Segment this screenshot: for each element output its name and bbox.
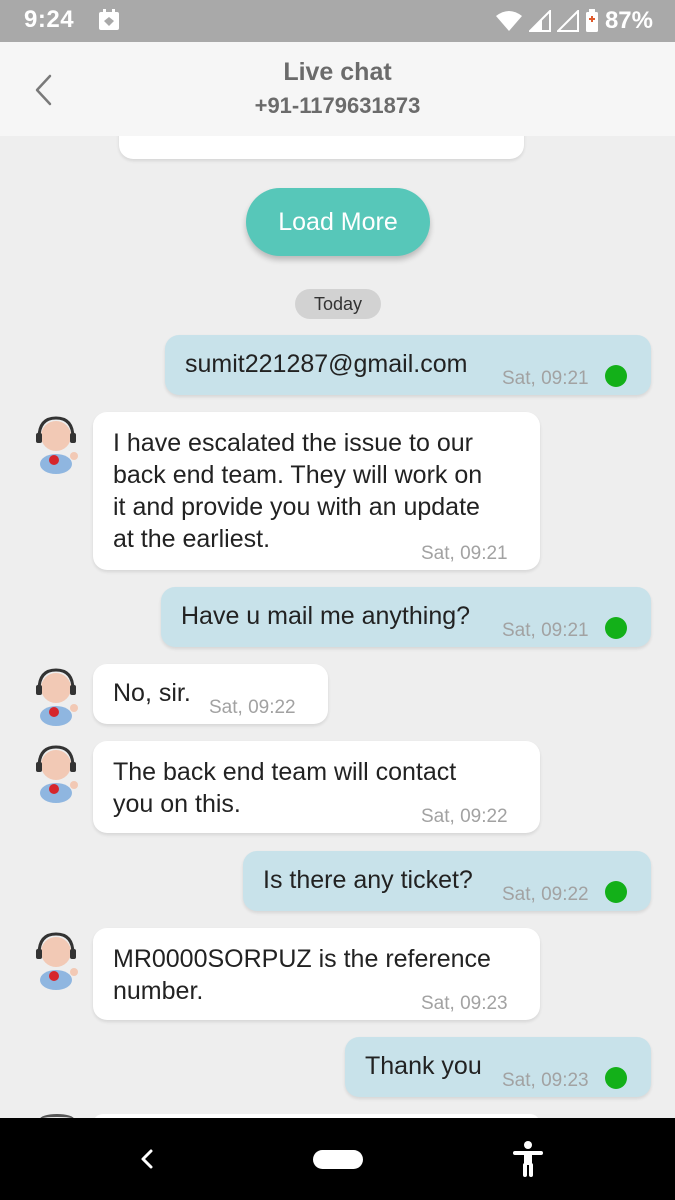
message-text-line: The back end team will contact bbox=[113, 758, 457, 786]
incoming-message[interactable]: No, sir. Sat, 09:22 bbox=[93, 664, 328, 724]
date-divider: Today bbox=[295, 289, 381, 319]
status-bar: 9:24 87% bbox=[0, 0, 675, 42]
delivered-icon bbox=[605, 365, 627, 387]
home-pill-button[interactable] bbox=[313, 1150, 363, 1169]
message-time: Sat, 09:21 bbox=[502, 620, 589, 641]
delivered-icon bbox=[605, 881, 627, 903]
message-time: Sat, 09:21 bbox=[502, 368, 589, 389]
message-text: sumit221287@gmail.com bbox=[185, 350, 468, 378]
outgoing-message[interactable]: Have u mail me anything? Sat, 09:21 bbox=[161, 587, 651, 647]
delivered-icon bbox=[605, 1067, 627, 1089]
message-time: Sat, 09:22 bbox=[502, 884, 589, 905]
agent-avatar-icon bbox=[36, 932, 78, 990]
agent-avatar-icon bbox=[36, 745, 78, 803]
outgoing-message[interactable]: Thank you Sat, 09:23 bbox=[345, 1037, 651, 1097]
status-time: 9:24 bbox=[24, 6, 75, 33]
agent-avatar-icon bbox=[36, 416, 78, 474]
delivered-icon bbox=[605, 617, 627, 639]
chat-title: Live chat bbox=[283, 58, 392, 86]
chat-header: Live chat +91-1179631873 bbox=[0, 42, 675, 136]
message-text-line: MR0000SORPUZ is the reference bbox=[113, 945, 491, 973]
wifi-icon bbox=[495, 11, 522, 31]
notification-icon bbox=[99, 9, 119, 30]
system-navigation-bar bbox=[0, 1118, 675, 1200]
battery-icon bbox=[585, 9, 598, 32]
nav-back-icon bbox=[141, 1149, 153, 1169]
chat-thread[interactable]: Load More Today sumit221287@gmail.com Sa… bbox=[0, 136, 675, 1118]
message-time: Sat, 09:22 bbox=[421, 806, 508, 827]
signal-empty-icon bbox=[556, 10, 579, 32]
message-time: Sat, 09:22 bbox=[209, 697, 296, 718]
incoming-message[interactable]: MR0000SORPUZ is the reference number. Sa… bbox=[93, 928, 540, 1020]
message-text-line: back end team. They will work on bbox=[113, 461, 483, 489]
incoming-message[interactable]: The back end team will contact you on th… bbox=[93, 741, 540, 833]
message-text-line: you on this. bbox=[113, 790, 241, 818]
agent-avatar-icon bbox=[36, 668, 78, 726]
outgoing-message[interactable]: Is there any ticket? Sat, 09:22 bbox=[243, 851, 651, 911]
incoming-message[interactable]: I have escalated the issue to our back e… bbox=[93, 412, 540, 570]
message-time: Sat, 09:23 bbox=[502, 1070, 589, 1091]
message-text: Have u mail me anything? bbox=[181, 602, 471, 630]
message-time: Sat, 09:21 bbox=[421, 543, 508, 564]
accessibility-icon[interactable] bbox=[510, 1140, 546, 1178]
battery-percent: 87% bbox=[604, 7, 653, 34]
outgoing-message[interactable]: sumit221287@gmail.com Sat, 09:21 bbox=[165, 335, 651, 395]
message-text: Thank you bbox=[365, 1052, 482, 1080]
nav-back-button[interactable] bbox=[132, 1142, 162, 1176]
message-text-line: it and provide you with an update bbox=[113, 493, 480, 521]
message-text: No, sir. bbox=[113, 679, 191, 707]
signal-icon bbox=[528, 10, 551, 32]
previous-message-bubble bbox=[119, 136, 524, 159]
chat-phone-number: +91-1179631873 bbox=[254, 93, 421, 118]
message-text-line: I have escalated the issue to our bbox=[113, 429, 473, 457]
load-more-button[interactable]: Load More bbox=[246, 188, 430, 256]
message-text: Is there any ticket? bbox=[263, 866, 473, 894]
message-time: Sat, 09:23 bbox=[421, 993, 508, 1014]
